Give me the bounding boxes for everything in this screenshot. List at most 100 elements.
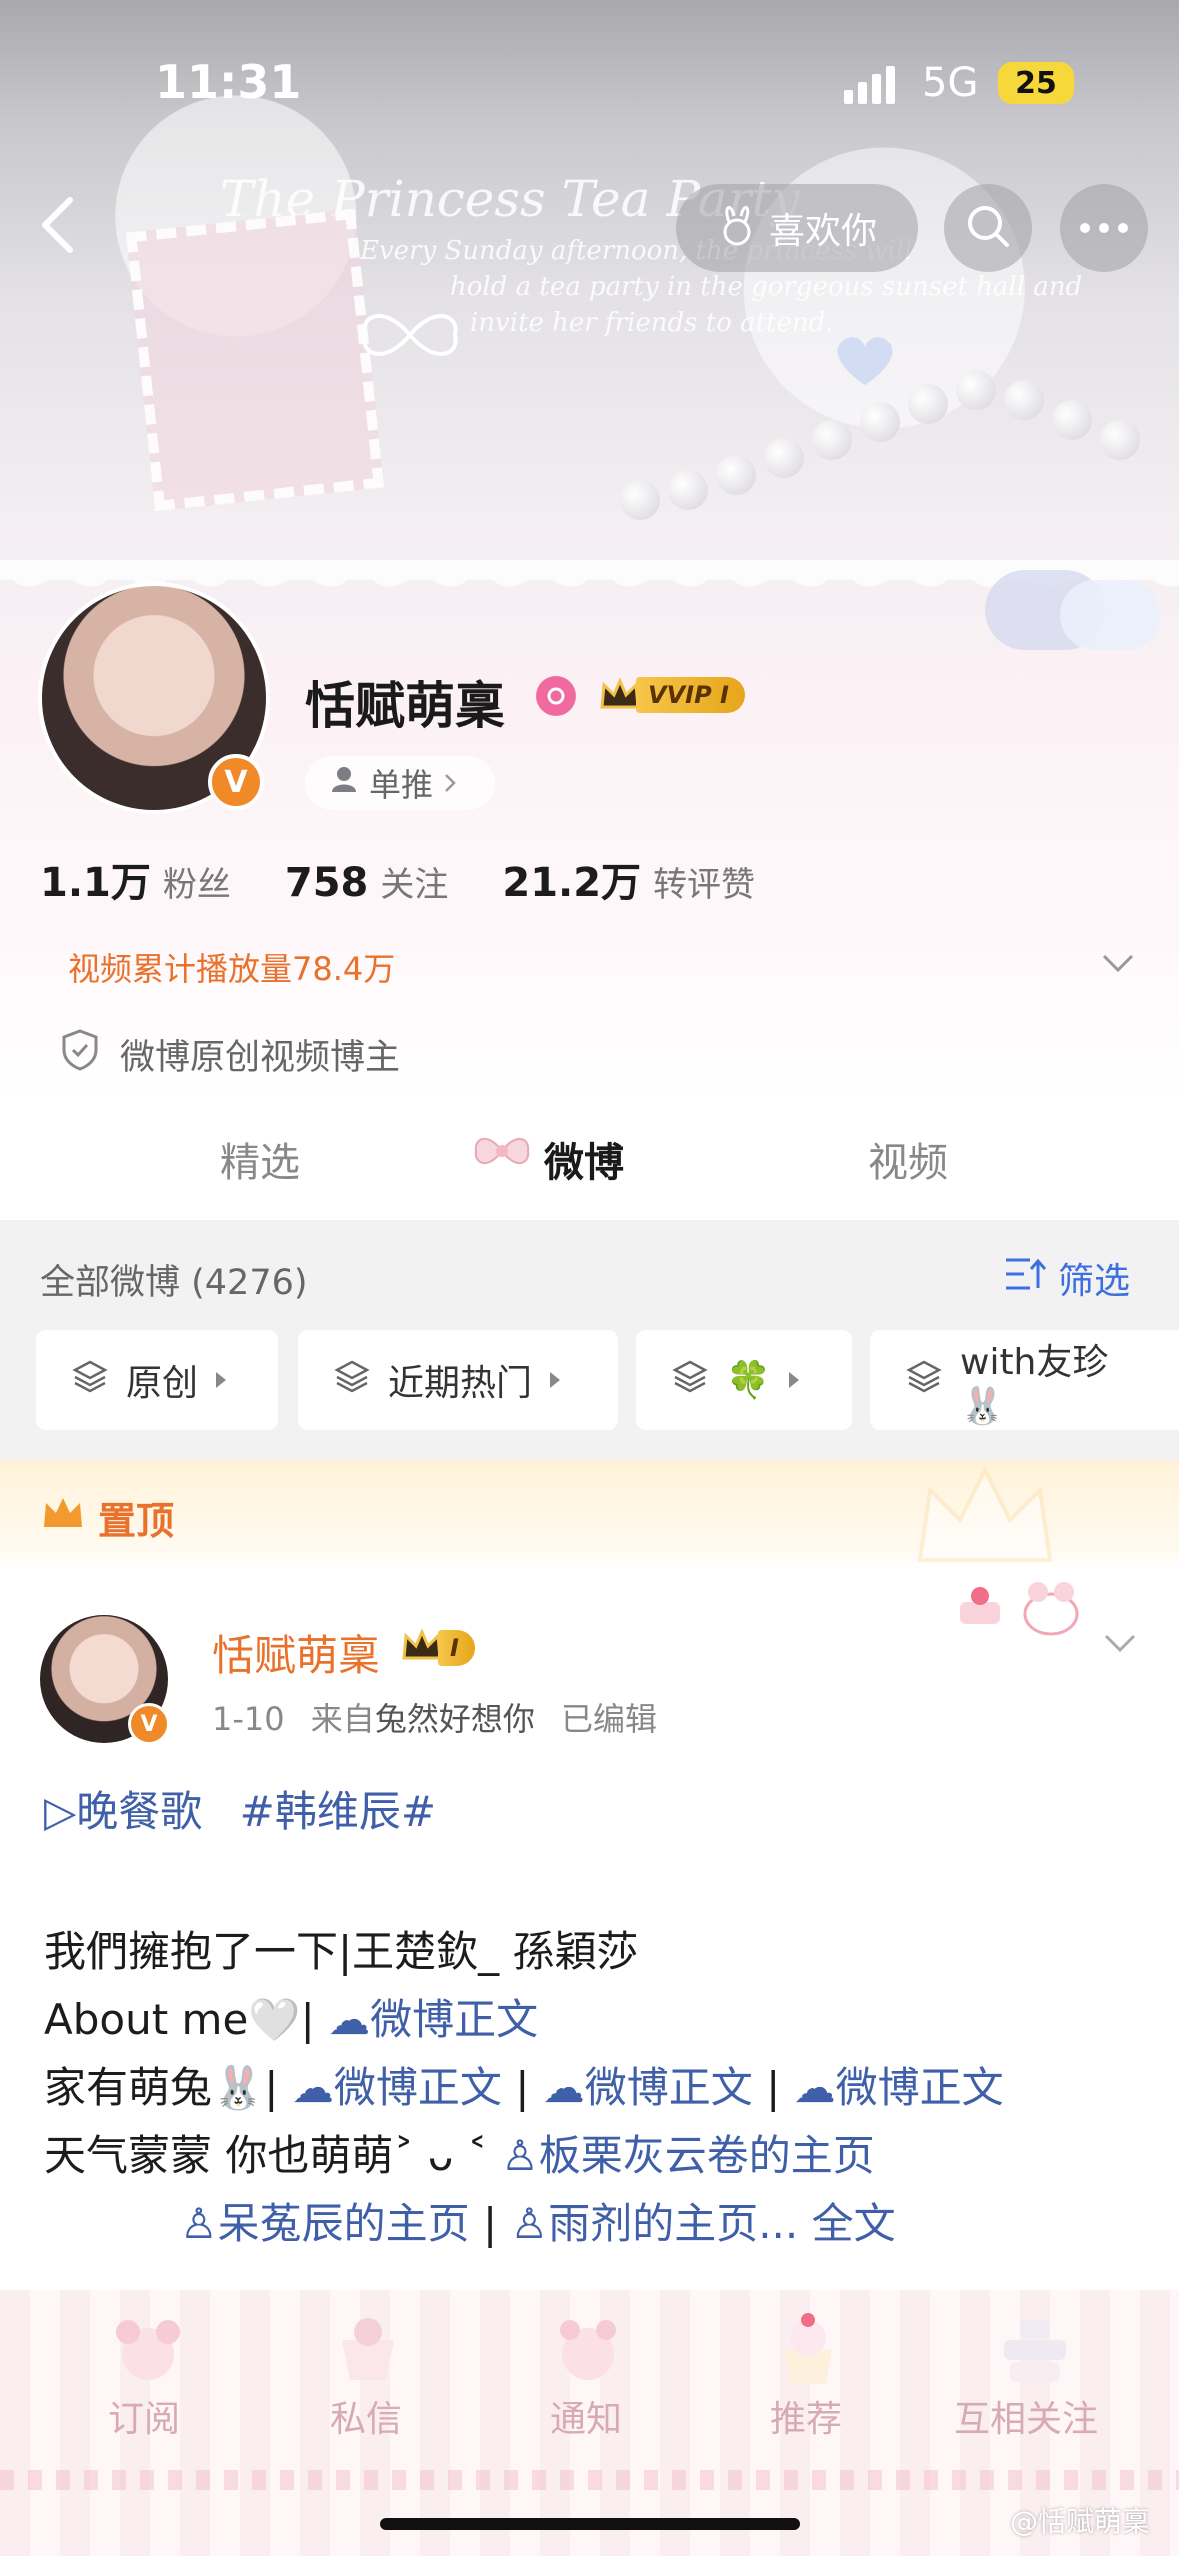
post-vip-label: I	[438, 1630, 475, 1666]
chip-original[interactable]: 原创	[36, 1330, 278, 1430]
weibo-text-link[interactable]: ☁微博正文	[794, 2063, 1004, 2112]
link-label: 呆菟辰的主页	[217, 2199, 470, 2248]
post-text-line: ♙呆菟辰的主页 | ♙雨剂的主页... 全文	[180, 2190, 896, 2251]
vvip-label: VVIP I	[636, 677, 745, 713]
like-you-button[interactable]: 喜欢你	[676, 184, 918, 272]
tab-featured[interactable]: 精选	[220, 1130, 300, 1188]
vvip-badge[interactable]: VVIP I	[598, 674, 745, 716]
weibo-text-link[interactable]: ☁微博正文	[328, 1995, 538, 2044]
banner-text-line-3: invite her friends to attend.	[470, 308, 834, 338]
layers-icon	[672, 1358, 708, 1403]
chip-with-friend[interactable]: with友珍🐰	[870, 1330, 1179, 1430]
stat-number: 21.2万	[502, 860, 642, 906]
stamp-decoration	[125, 208, 385, 512]
recommend-tab-icon	[768, 2310, 848, 2388]
single-push-button[interactable]: 单推	[305, 756, 495, 810]
post-date: 1-10	[212, 1700, 285, 1738]
chip-clover[interactable]: 🍀	[636, 1330, 852, 1430]
message-tab-icon	[328, 2310, 408, 2388]
cloud-icon: ☁	[793, 2063, 836, 2112]
stat-followers[interactable]: 1.1万 粉丝	[40, 850, 231, 908]
nav-tab-recommend[interactable]: 推荐	[770, 2390, 842, 2442]
chip-label: 近期热门	[388, 1363, 533, 1404]
bunny-sticker-decoration	[1016, 1578, 1086, 1638]
post-text: About me🤍|	[44, 1995, 315, 2044]
post-source-prefix: 来自	[310, 1700, 375, 1738]
post-author-name[interactable]: 恬赋萌稟	[212, 1622, 380, 1683]
stat-label: 粉丝	[162, 865, 231, 905]
post-topic-link[interactable]: #韩维辰#	[240, 1787, 436, 1836]
ribbon-decoration	[0, 2470, 1179, 2490]
tab-video[interactable]: 视频	[868, 1130, 948, 1188]
nav-tab-subscribe[interactable]: 订阅	[108, 2390, 180, 2442]
sort-filter-icon	[1004, 1256, 1047, 1301]
verified-badge: V	[208, 754, 264, 810]
more-button[interactable]	[1060, 184, 1148, 272]
post-source[interactable]: 兔然好想你	[375, 1700, 535, 1738]
nav-tab-mutual-follow[interactable]: 互相关注	[954, 2390, 1098, 2442]
person-outline-icon: ♙	[510, 2199, 549, 2248]
back-button[interactable]	[30, 190, 90, 260]
signal-icon	[844, 64, 904, 104]
macaron-decoration	[1060, 580, 1160, 650]
crown-icon	[40, 1493, 86, 1542]
chevron-right-icon	[443, 764, 457, 802]
separator: |	[766, 2063, 781, 2112]
post-text-line: 我們擁抱了一下|王楚欽_ 孫穎莎	[44, 1927, 639, 1976]
pearl-decoration	[668, 470, 708, 510]
pearl-decoration	[716, 455, 756, 495]
profile-stats: 1.1万 粉丝 758 关注 21.2万 转评赞	[40, 850, 755, 908]
layers-icon	[72, 1358, 108, 1403]
home-indicator[interactable]	[380, 2518, 800, 2530]
subscribe-tab-icon	[108, 2314, 188, 2388]
chip-recent-hot[interactable]: 近期热门	[298, 1330, 618, 1430]
post-menu-chevron-icon[interactable]	[1100, 1626, 1140, 1660]
pearl-decoration	[620, 480, 660, 520]
post-verified-badge: V	[128, 1703, 170, 1745]
link-label: 雨剂的主页...	[548, 2199, 799, 2248]
profile-username: 恬赋萌稟	[305, 677, 505, 735]
pearl-decoration	[1004, 380, 1044, 420]
read-more-link[interactable]: 全文	[812, 2199, 896, 2248]
weibo-text-link[interactable]: ☁微博正文	[543, 2063, 753, 2112]
tab-weibo[interactable]: 微博	[544, 1130, 624, 1188]
heart-decoration	[830, 330, 900, 390]
user-home-link[interactable]: ♙呆菟辰的主页	[180, 2199, 470, 2248]
nav-tab-notifications[interactable]: 通知	[550, 2390, 622, 2442]
battery-indicator: 25	[998, 62, 1074, 104]
pink-circle-badge-icon[interactable]	[536, 676, 576, 716]
user-home-link[interactable]: ♙板栗灰云卷的主页	[501, 2131, 875, 2180]
like-you-label: 喜欢你	[768, 211, 877, 252]
post-text-line: 家有萌兔🐰| ☁微博正文 | ☁微博正文 | ☁微博正文	[44, 2054, 1004, 2115]
user-home-link[interactable]: ♙雨剂的主页...	[511, 2199, 799, 2248]
stat-number: 1.1万	[40, 860, 151, 906]
cake-sticker-decoration	[952, 1580, 1008, 1630]
filter-button[interactable]: 筛选	[1004, 1252, 1130, 1304]
bow-decoration-icon	[470, 1126, 534, 1176]
watermark-text: @恬赋萌稟	[1010, 2505, 1151, 2538]
post-edited: 已编辑	[561, 1700, 658, 1738]
stat-label: 关注	[380, 865, 449, 905]
pearl-decoration	[1052, 400, 1092, 440]
banner-text-line-2: hold a tea party in the gorgeous sunset …	[450, 272, 1083, 302]
post-topics-line: ▷晚餐歌 #韩维辰#	[44, 1778, 436, 1839]
weibo-text-link[interactable]: ☁微博正文	[292, 2063, 502, 2112]
post-vip-badge[interactable]: I	[400, 1628, 475, 1668]
nav-tab-messages[interactable]: 私信	[330, 2390, 402, 2442]
video-plays-text: 视频累计播放量78.4万	[68, 950, 396, 988]
pearl-decoration	[1100, 420, 1140, 460]
post-text-line: About me🤍| ☁微博正文	[44, 1986, 538, 2047]
search-button[interactable]	[944, 184, 1032, 272]
stat-following[interactable]: 758 关注	[285, 857, 449, 906]
expand-chevron-icon[interactable]	[1100, 948, 1136, 978]
profile-tabs: 精选 微博 视频	[0, 1100, 1179, 1220]
post-topic-link[interactable]: ▷晚餐歌	[44, 1787, 202, 1836]
cloud-icon: ☁	[328, 1995, 371, 2044]
creator-credential[interactable]: 微博原创视频博主	[60, 1028, 400, 1081]
layers-icon	[906, 1358, 942, 1403]
person-outline-icon: ♙	[501, 2131, 539, 2180]
post-text: 家有萌兔🐰|	[44, 2063, 279, 2112]
stat-interactions[interactable]: 21.2万 转评赞	[502, 850, 755, 908]
single-push-label: 单推	[369, 766, 434, 804]
verified-v-icon: V	[140, 1711, 158, 1737]
